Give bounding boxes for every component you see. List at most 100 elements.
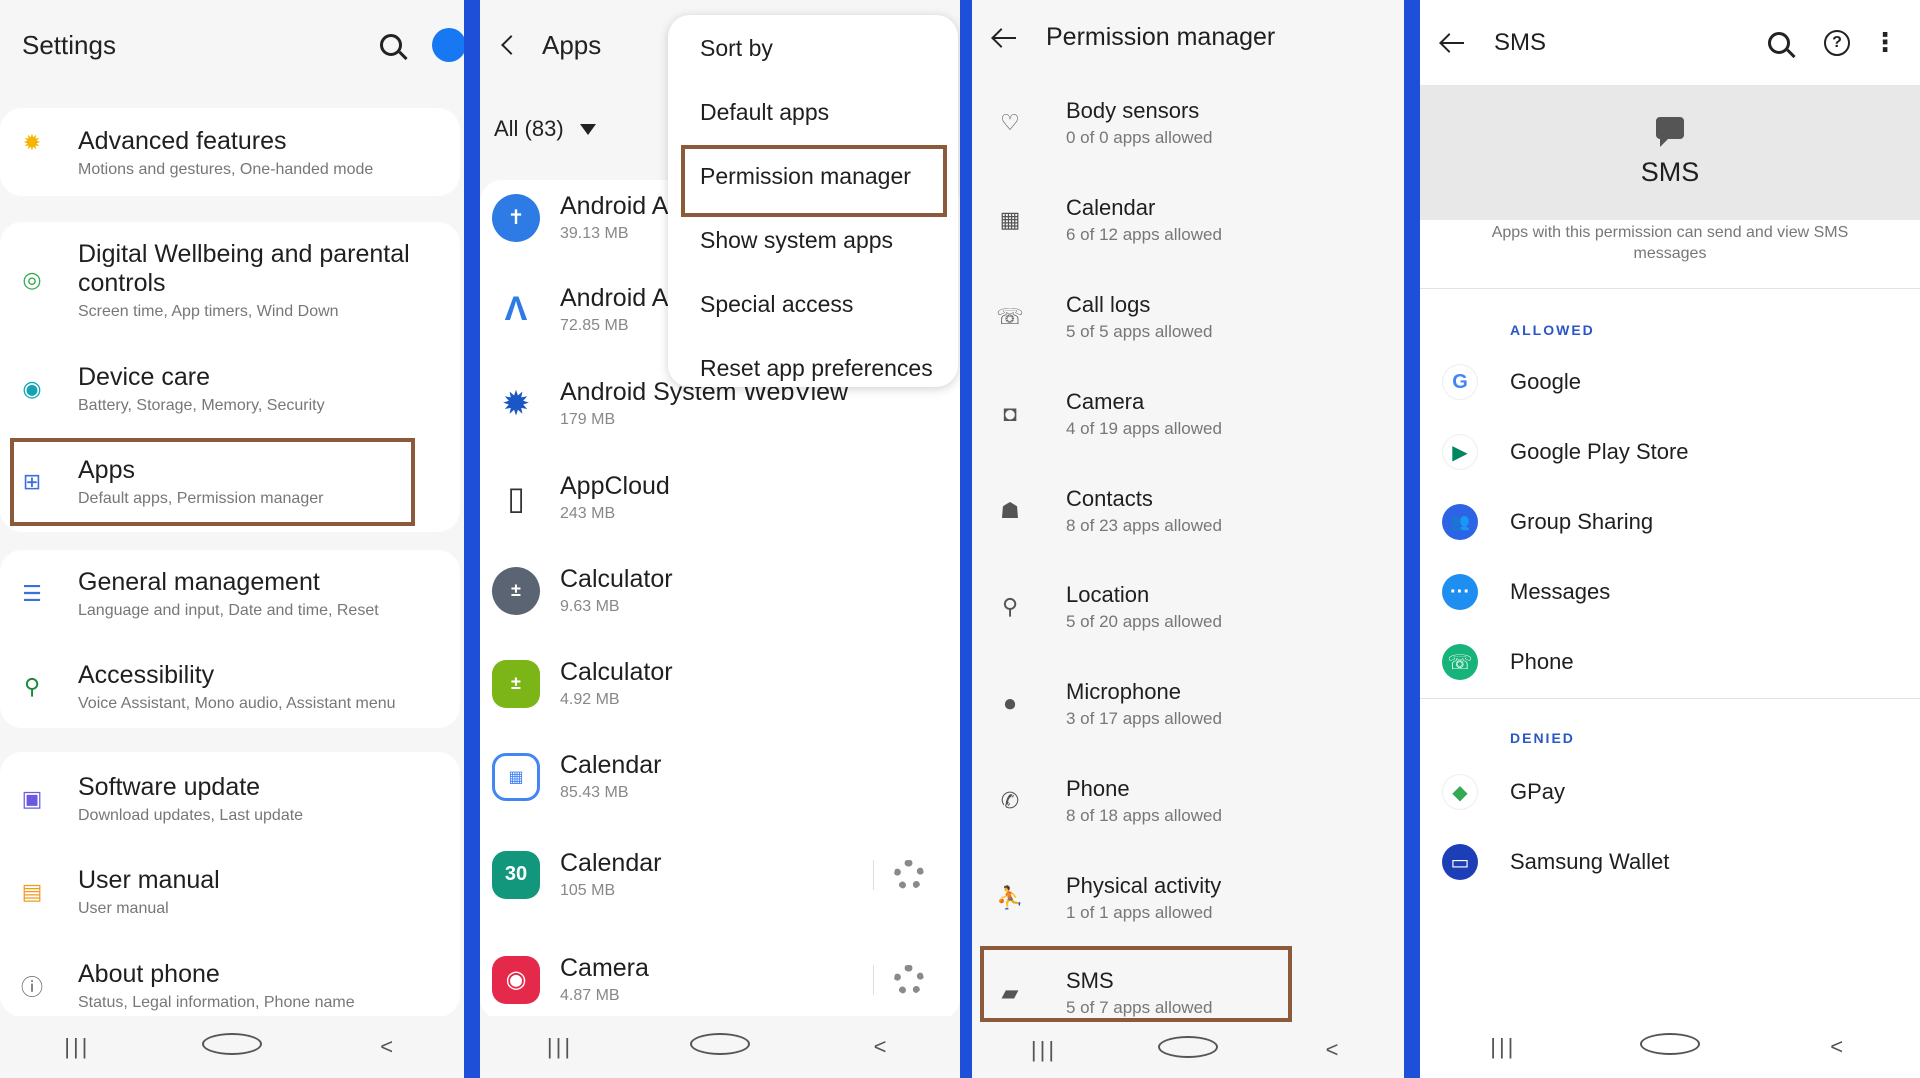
calendar-icon: ▦ [999,207,1021,232]
permission-name: Contacts [1066,486,1153,511]
permission-phone[interactable]: ✆ Phone 8 of 18 apps allowed [972,776,1404,826]
app-row-calculator-2[interactable]: ± Calculator 4.92 MB [480,658,960,709]
avatar[interactable] [432,28,464,62]
denied-app-gpay[interactable]: ◆ GPay [1420,774,1920,810]
permission-count: 6 of 12 apps allowed [1066,225,1222,244]
help-icon[interactable]: ? [1824,29,1850,56]
app-row-appcloud[interactable]: ▯ AppCloud 243 MB [480,472,960,523]
screen-divider-1 [464,0,480,1078]
menu-item-reset-app-preferences[interactable]: Reset app preferences [700,355,933,382]
app-row-calendar-2[interactable]: 30 Calendar 105 MB [480,849,960,900]
back-button[interactable]: < [1302,1037,1362,1063]
home-button[interactable] [690,1033,750,1061]
settings-item-general-management[interactable]: ☰ General management Language and input, … [0,568,464,621]
settings-item-digital-wellbeing[interactable]: ◎ Digital Wellbeing and parental control… [0,240,464,322]
app-row-calendar-1[interactable]: ▦ Calendar 85.43 MB [480,751,960,802]
back-arrow-icon[interactable] [994,36,1016,39]
settings-item-software-update[interactable]: ▣ Software update Download updates, Last … [0,773,464,826]
permission-location[interactable]: ⚲ Location 5 of 20 apps allowed [972,582,1404,632]
settings-gear-icon[interactable] [894,964,924,995]
app-name: Calendar [560,849,662,877]
back-arrow-icon[interactable] [501,35,521,55]
app-size: 105 MB [560,882,616,899]
settings-item-subtitle: Voice Assistant, Mono audio, Assistant m… [78,695,396,712]
appcloud-icon: ▯ [492,473,540,522]
home-button[interactable] [1639,1033,1700,1061]
permission-manager-highlight-box [681,145,947,217]
menu-item-show-system-apps[interactable]: Show system apps [700,227,893,254]
screen-divider-3 [1404,0,1420,1078]
permission-count: 0 of 0 apps allowed [1066,128,1213,147]
microphone-icon: ⏺ [1004,691,1016,716]
back-button[interactable]: < [357,1034,417,1060]
permission-call-logs[interactable]: ☏ Call logs 5 of 5 apps allowed [972,292,1404,342]
permission-name: Camera [1066,389,1145,414]
app-name: Android A [560,284,669,312]
nav-bar: ||| < [480,1016,960,1078]
settings-gear-icon[interactable] [894,859,924,890]
permission-camera[interactable]: ◘ Camera 4 of 19 apps allowed [972,389,1404,439]
accessibility-icon: ⚲ [23,674,41,699]
settings-item-subtitle: Language and input, Date and time, Reset [78,602,379,619]
allowed-app-play-store[interactable]: ▶ Google Play Store [1420,434,1920,470]
gear-star-icon: ✹ [22,130,42,155]
app-row-camera[interactable]: ◉ Camera 4.87 MB [480,954,960,1005]
app-row-calculator-1[interactable]: ± Calculator 9.63 MB [480,565,960,616]
permission-contacts[interactable]: ☗ Contacts 8 of 23 apps allowed [972,486,1404,536]
permission-calendar[interactable]: ▦ Calendar 6 of 12 apps allowed [972,195,1404,245]
home-button[interactable] [201,1033,262,1061]
settings-item-subtitle: Status, Legal information, Phone name [78,994,355,1011]
settings-item-about-phone[interactable]: ⓘ About phone Status, Legal information, … [0,960,464,1013]
recent-apps-button[interactable]: ||| [530,1034,590,1060]
back-button[interactable]: < [850,1034,910,1060]
settings-item-user-manual[interactable]: ▤ User manual User manual [0,866,464,919]
denied-app-samsung-wallet[interactable]: ▭ Samsung Wallet [1420,844,1920,880]
denied-section-label: DENIED [1510,730,1575,746]
screen-divider-2 [960,0,972,1078]
menu-item-default-apps[interactable]: Default apps [700,99,829,126]
nav-bar: ||| < [972,1022,1404,1078]
google-icon: G [1442,364,1478,400]
settings-item-title: About phone [78,960,220,988]
menu-item-sort-by[interactable]: Sort by [700,35,773,62]
permission-name: Location [1066,582,1150,607]
app-name: Group Sharing [1510,509,1654,534]
permission-microphone[interactable]: ⏺ Microphone 3 of 17 apps allowed [972,679,1404,729]
google-calendar-icon: ▦ [492,752,540,801]
settings-item-subtitle: Screen time, App timers, Wind Down [78,303,339,320]
permission-description: Apps with this permission can send and v… [1491,224,1849,262]
app-size: 4.87 MB [560,987,620,1004]
page-title: Apps [542,29,602,60]
menu-item-special-access[interactable]: Special access [700,291,853,318]
permission-body-sensors[interactable]: ♡ Body sensors 0 of 0 apps allowed [972,98,1404,148]
search-icon[interactable] [1768,31,1790,54]
more-options-icon[interactable]: ⋮ [1872,27,1898,58]
camera-icon: ◘ [1003,401,1017,426]
settings-item-advanced-features[interactable]: ✹ Advanced features Motions and gestures,… [0,127,464,180]
allowed-app-messages[interactable]: ··· Messages [1420,574,1920,610]
allowed-section-label: ALLOWED [1510,322,1595,338]
settings-item-title: User manual [78,866,220,894]
permission-physical-activity[interactable]: ⛹ Physical activity 1 of 1 apps allowed [972,873,1404,923]
apps-filter-dropdown[interactable]: All (83) [494,116,596,142]
permission-count: 5 of 5 apps allowed [1066,322,1213,341]
permission-name: Calendar [1066,195,1156,220]
back-button[interactable]: < [1807,1034,1867,1060]
allowed-app-phone[interactable]: ☏ Phone [1420,644,1920,680]
back-arrow-icon[interactable] [1442,41,1464,44]
search-icon[interactable] [380,34,402,56]
permission-name: Microphone [1066,679,1181,704]
settings-item-accessibility[interactable]: ⚲ Accessibility Voice Assistant, Mono aud… [0,661,464,714]
app-name: GPay [1510,779,1566,804]
android-accessibility-icon: ✝ [492,193,540,242]
recent-apps-button[interactable]: ||| [1473,1034,1533,1060]
home-button[interactable] [1158,1036,1218,1064]
settings-item-device-care[interactable]: ◉ Device care Battery, Storage, Memory, S… [0,363,464,416]
nav-bar: ||| < [0,1016,464,1078]
allowed-app-google[interactable]: G Google [1420,364,1920,400]
recent-apps-button[interactable]: ||| [1014,1037,1074,1063]
allowed-app-group-sharing[interactable]: 👥 Group Sharing [1420,504,1920,540]
info-icon: ⓘ [20,975,43,1000]
page-title: SMS [1494,28,1547,56]
recent-apps-button[interactable]: ||| [47,1034,107,1060]
